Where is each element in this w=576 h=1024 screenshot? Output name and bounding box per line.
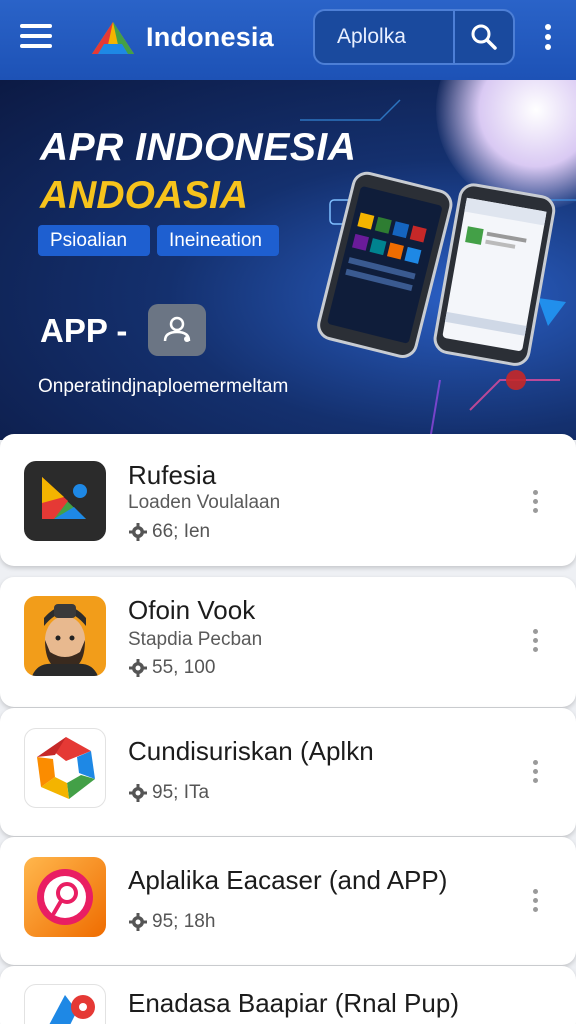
app-meta-text: 95; 18h bbox=[152, 911, 216, 932]
pin-icon bbox=[37, 869, 93, 925]
app-title: Cundisuriskan (Aplkn bbox=[128, 736, 374, 766]
triangle-logo bbox=[92, 22, 134, 54]
app-subtitle: Loaden Voulalaan bbox=[128, 492, 281, 513]
more-vert-icon[interactable] bbox=[528, 490, 542, 518]
gear-icon bbox=[129, 659, 147, 677]
search-box[interactable]: Aplolka bbox=[313, 9, 515, 65]
app-icon-2 bbox=[24, 596, 106, 676]
search-button[interactable] bbox=[453, 11, 513, 63]
more-vert-icon[interactable] bbox=[538, 24, 558, 54]
hamburger-icon[interactable] bbox=[20, 24, 52, 54]
more-vert-icon[interactable] bbox=[528, 889, 542, 917]
app-bar: Indonesia Aplolka bbox=[0, 0, 576, 80]
hexagon-icon bbox=[37, 737, 95, 799]
more-vert-icon[interactable] bbox=[528, 760, 542, 788]
app-meta-text: 66; Ien bbox=[152, 521, 211, 542]
app-title: Aplalika Eacaser (and APP) bbox=[128, 865, 448, 895]
share-icon[interactable] bbox=[148, 304, 206, 356]
search-icon bbox=[471, 24, 497, 50]
hero-description: Onperatindjnaploemermeltam bbox=[38, 376, 289, 397]
gear-icon bbox=[129, 523, 147, 541]
app-title: Enadasa Baapiar (Rnal Pup) bbox=[128, 988, 459, 1018]
app-meta: 95; ITa bbox=[128, 782, 209, 804]
hero-app-label: APP - bbox=[40, 312, 128, 349]
hero-banner[interactable]: APR INDONESIA ANDOASIA Psioalian Ineinea… bbox=[0, 80, 576, 440]
list-item[interactable]: Aplalika Eacaser (and APP) 95; 18h bbox=[0, 837, 576, 965]
app-icon-5 bbox=[24, 984, 106, 1024]
brand-title: Indonesia bbox=[146, 22, 274, 52]
app-meta: 95; 18h bbox=[128, 911, 215, 933]
list-item[interactable]: Rufesia Loaden Voulalaan 66; Ien bbox=[0, 434, 576, 566]
more-vert-icon[interactable] bbox=[528, 629, 542, 657]
app-title: Ofoin Vook bbox=[128, 595, 256, 625]
gear-icon bbox=[129, 784, 147, 802]
gear-icon bbox=[129, 913, 147, 931]
play-triangle-icon bbox=[42, 477, 87, 519]
map-pin-icon bbox=[49, 995, 95, 1024]
phones-illustration bbox=[317, 171, 556, 366]
list-item[interactable]: Enadasa Baapiar (Rnal Pup) bbox=[0, 966, 576, 1024]
app-meta-text: 55, 100 bbox=[152, 657, 216, 678]
app-meta: 55, 100 bbox=[128, 657, 215, 679]
search-input[interactable]: Aplolka bbox=[337, 25, 406, 49]
app-subtitle: Stapdia Pecban bbox=[128, 629, 263, 650]
share-icon-glyph bbox=[163, 316, 191, 342]
app-icon-4 bbox=[24, 857, 106, 937]
app-title: Rufesia bbox=[128, 460, 217, 490]
hero-subtitle: ANDOASIA bbox=[40, 174, 249, 217]
list-item[interactable]: Cundisuriskan (Aplkn 95; ITa bbox=[0, 708, 576, 836]
app-icon-3 bbox=[24, 728, 106, 808]
chip-1[interactable]: Psioalian bbox=[38, 225, 150, 256]
hero-title: APR INDONESIA bbox=[40, 126, 357, 169]
avatar-face-icon bbox=[32, 604, 98, 676]
app-meta-text: 95; ITa bbox=[152, 782, 210, 803]
app-icon-1 bbox=[24, 461, 106, 541]
app-meta: 66; Ien bbox=[128, 521, 210, 543]
list-item[interactable]: Ofoin Vook Stapdia Pecban 55, 100 bbox=[0, 577, 576, 707]
chip-2[interactable]: Ineineation bbox=[157, 225, 279, 256]
